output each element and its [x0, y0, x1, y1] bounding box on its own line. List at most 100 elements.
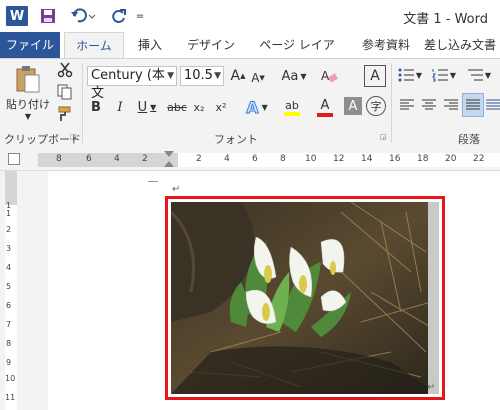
character-border-button[interactable]: A [364, 65, 386, 87]
align-center-button[interactable] [420, 95, 438, 115]
word-app-icon[interactable]: W [6, 6, 28, 26]
superscript-button[interactable]: x² [212, 97, 230, 117]
superscript-icon: x² [215, 100, 227, 114]
customize-qat-button[interactable]: = [134, 5, 146, 27]
bullets-button[interactable]: ▼ [396, 65, 424, 85]
ruler-label: 2 [196, 154, 202, 164]
svg-text:A: A [321, 69, 330, 83]
ruler-label: 16 [389, 154, 401, 164]
numbering-icon [431, 69, 448, 82]
paragraph-group-label: 段落 [458, 133, 480, 146]
ruler-label: 4 [224, 154, 230, 164]
character-border-icon: A [370, 68, 380, 84]
underline-button[interactable]: U ▼ [134, 97, 160, 117]
underline-icon: U [137, 99, 148, 115]
format-painter-button[interactable] [56, 105, 74, 123]
clear-formatting-button[interactable]: A [318, 66, 340, 86]
justify-icon [466, 99, 480, 110]
distributed-icon [486, 99, 500, 110]
clipboard-icon [16, 65, 40, 92]
font-color-button[interactable]: A [310, 96, 340, 118]
subscript-button[interactable]: x₂ [190, 97, 208, 117]
paste-button[interactable]: 貼り付け ▼ [6, 63, 50, 121]
change-case-icon: Aa [281, 68, 299, 84]
ruler-label: 20 [445, 154, 457, 164]
ruler-label: 18 [417, 154, 429, 164]
strikethrough-button[interactable]: abc [166, 97, 188, 117]
picture-right-edge [428, 202, 439, 394]
ruler-tab-selector[interactable] [8, 153, 20, 165]
ruler-label: 8 [56, 154, 62, 164]
ruler-label: 8 [6, 339, 12, 348]
ruler-label: 3 [6, 244, 12, 253]
save-icon [41, 9, 55, 23]
font-dialog-launcher[interactable]: ◲ [380, 133, 388, 141]
bold-icon: B [91, 99, 101, 115]
document-picture[interactable] [171, 202, 439, 394]
align-right-icon [444, 99, 458, 110]
vertical-ruler[interactable]: 1 1 2 3 4 5 6 7 8 9 10 11 [0, 171, 20, 410]
align-left-button[interactable] [398, 95, 416, 115]
tab-design[interactable]: デザイン [182, 32, 240, 58]
paste-label: 貼り付け [6, 97, 50, 111]
redo-button[interactable] [110, 5, 128, 27]
change-case-button[interactable]: Aa ▼ [280, 66, 308, 86]
grow-font-button[interactable]: A ▲ [230, 66, 246, 86]
chevron-down-icon: ▼ [214, 71, 221, 81]
ruler-label: 4 [6, 263, 12, 272]
paragraph-mark: ↵ [172, 184, 181, 195]
bullets-icon [398, 68, 414, 82]
enclose-characters-button[interactable]: 字 [366, 96, 386, 116]
paste-dropdown-icon: ▼ [24, 111, 32, 121]
save-button[interactable] [38, 5, 58, 27]
document-title: 文書 1 - Word [403, 12, 488, 27]
ruler-label: 1 [6, 209, 12, 218]
font-color-swatch [317, 112, 333, 117]
character-shading-button[interactable]: A [344, 97, 362, 115]
copy-button[interactable] [56, 83, 74, 101]
tab-references[interactable]: 参考資料 [358, 32, 414, 58]
font-name-combo[interactable]: Century (本文 ▼ [87, 66, 177, 101]
cut-button[interactable] [56, 61, 74, 79]
justify-button[interactable] [462, 93, 484, 117]
text-effects-icon: A [246, 97, 259, 117]
align-center-icon [422, 99, 436, 110]
undo-icon [71, 8, 96, 23]
tab-file[interactable]: ファイル [0, 32, 60, 58]
undo-button[interactable] [68, 5, 98, 27]
ruler-label: 11 [5, 393, 16, 402]
tab-mailings[interactable]: 差し込み文書 [424, 32, 500, 58]
scissors-icon [57, 62, 73, 78]
highlighter-icon: ab [285, 98, 299, 112]
indent-marker[interactable] [164, 151, 174, 157]
margin-crop-mark [148, 175, 158, 182]
clipboard-dialog-launcher[interactable]: ◲ [70, 133, 78, 141]
font-size-combo[interactable]: 10.5 ▼ [180, 66, 224, 86]
multilevel-list-button[interactable]: ▼ [464, 65, 494, 85]
ruler-margin-top [5, 171, 17, 205]
tab-page-layout[interactable]: ページ レイアウト [255, 32, 339, 78]
group-separator [391, 63, 392, 143]
ribbon-home: 貼り付け ▼ クリップボード ◲ Century (本文 ▼ 10.5 ▼ A ▲… [0, 58, 500, 150]
ruler-label: 2 [142, 154, 148, 164]
highlight-button[interactable]: ab [276, 96, 308, 118]
font-size-value: 10.5 [184, 68, 213, 83]
distributed-button[interactable] [486, 95, 500, 115]
bold-button[interactable]: B [88, 97, 104, 117]
numbering-button[interactable]: ▼ [430, 65, 458, 85]
align-right-button[interactable] [442, 95, 460, 115]
ruler-label: 6 [86, 154, 92, 164]
paragraph-mark: ↵ [427, 382, 436, 393]
tab-home[interactable]: ホーム [64, 32, 124, 58]
italic-icon: I [117, 99, 123, 115]
ruler-label: 8 [280, 154, 286, 164]
ruler-label: 9 [6, 358, 12, 367]
ruler-label: 7 [6, 320, 12, 329]
italic-button[interactable]: I [112, 97, 128, 117]
hanging-indent-marker[interactable] [164, 161, 174, 167]
shrink-font-button[interactable]: A ▼ [250, 68, 266, 88]
text-effects-button[interactable]: A ▼ [242, 96, 272, 118]
format-painter-icon [58, 106, 71, 121]
horizontal-ruler[interactable]: 8 6 4 2 2 4 6 8 10 12 14 16 18 20 22 [0, 149, 500, 171]
tab-insert[interactable]: 挿入 [133, 32, 167, 58]
